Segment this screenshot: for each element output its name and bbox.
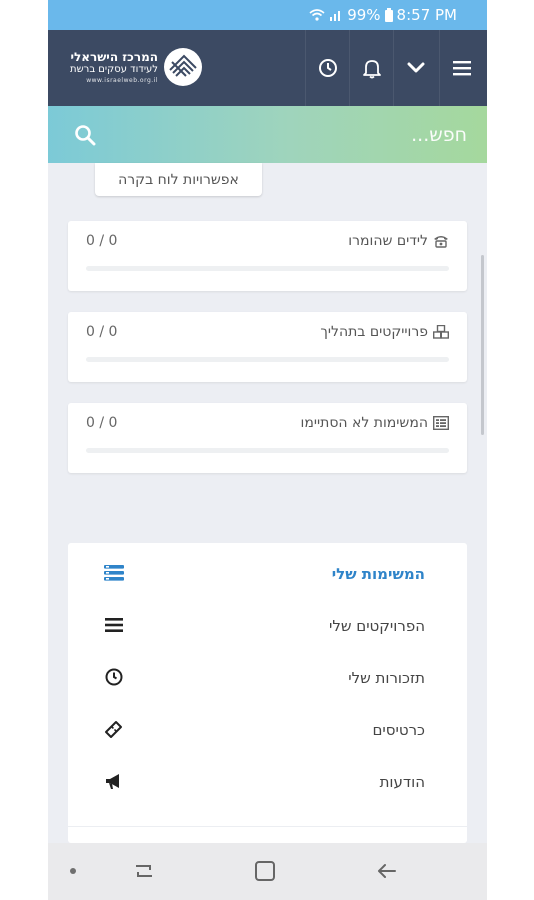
search-input[interactable] bbox=[167, 106, 467, 163]
menu-item-label: המשימות שלי bbox=[331, 565, 425, 583]
menu-item-announcements[interactable]: הודעות bbox=[68, 755, 467, 807]
board-options-button[interactable]: אפשרויות לוח בקרה bbox=[95, 163, 262, 196]
cubes-icon bbox=[433, 325, 449, 339]
notifications-button[interactable] bbox=[349, 30, 393, 106]
menu-item-my-projects[interactable]: הפרויקטים שלי bbox=[68, 599, 467, 651]
stat-card-leads[interactable]: לידים שהומרו 0 / 0 bbox=[68, 221, 467, 291]
logo-text: המרכז הישראלי לעידוד עסקים ברשת www.isra… bbox=[58, 50, 158, 85]
logo-subtitle: לעידוד עסקים ברשת bbox=[70, 64, 158, 75]
progress-bar bbox=[86, 448, 449, 453]
reminders-button[interactable] bbox=[305, 30, 349, 106]
menu-item-label: הודעות bbox=[379, 773, 425, 791]
menu-item-my-tasks[interactable]: המשימות שלי bbox=[68, 547, 467, 599]
back-arrow-icon[interactable] bbox=[373, 857, 401, 885]
app-screen: 99% 8:57 PM המרכז הישראלי לעידוד עסקים ב… bbox=[48, 0, 487, 900]
profile-dropdown-button[interactable] bbox=[393, 30, 437, 106]
stat-count: 0 / 0 bbox=[86, 324, 118, 340]
menu-item-label: כרטיסים bbox=[372, 721, 425, 739]
menu-button[interactable] bbox=[439, 30, 483, 106]
stat-card-projects[interactable]: פרוייקטים בתהליך 0 / 0 bbox=[68, 312, 467, 382]
clock-time: 8:57 PM bbox=[396, 6, 457, 24]
app-header: המרכז הישראלי לעידוד עסקים ברשת www.isra… bbox=[48, 30, 487, 106]
stat-label: פרוייקטים בתהליך bbox=[320, 324, 428, 340]
menu-item-label: תזכורות שלי bbox=[348, 669, 425, 687]
status-bar: 99% 8:57 PM bbox=[48, 0, 487, 30]
menu-item-my-reminders[interactable]: תזכורות שלי bbox=[68, 651, 467, 703]
nav-dot-icon bbox=[70, 868, 76, 874]
bell-icon bbox=[362, 60, 381, 79]
hamburger-icon bbox=[452, 61, 471, 76]
logo-icon bbox=[164, 48, 202, 86]
progress-bar bbox=[86, 266, 449, 271]
tasks-icon bbox=[104, 565, 124, 581]
signal-icon bbox=[330, 11, 341, 21]
progress-bar bbox=[86, 357, 449, 362]
clock-icon bbox=[105, 668, 123, 686]
stat-label: המשימות לא הסתיימו bbox=[300, 415, 428, 431]
list-icon bbox=[105, 618, 123, 632]
home-icon[interactable] bbox=[251, 857, 279, 885]
menu-item-tickets[interactable]: כרטיסים bbox=[68, 703, 467, 755]
recents-icon[interactable] bbox=[130, 857, 158, 885]
stat-count: 0 / 0 bbox=[86, 415, 118, 431]
menu-divider bbox=[68, 826, 467, 827]
quick-menu: המשימות שלי הפרויקטים שלי תזכורות שלי כר… bbox=[68, 543, 467, 843]
ticket-icon bbox=[105, 721, 122, 738]
battery-percent: 99% bbox=[347, 6, 381, 24]
menu-item-label: הפרויקטים שלי bbox=[328, 617, 425, 635]
battery-icon bbox=[384, 8, 393, 22]
logo-url: www.israelweb.org.il bbox=[86, 77, 158, 84]
tasks-list-icon bbox=[433, 416, 449, 430]
stat-card-title: המשימות לא הסתיימו bbox=[301, 415, 449, 431]
stat-card-tasks[interactable]: המשימות לא הסתיימו 0 / 0 bbox=[68, 403, 467, 473]
search-icon[interactable] bbox=[74, 124, 96, 146]
logo-title: המרכז הישראלי bbox=[70, 50, 158, 64]
scrollbar[interactable] bbox=[481, 255, 484, 435]
wifi-icon bbox=[309, 9, 325, 21]
chevron-down-icon bbox=[407, 62, 424, 73]
system-nav-bar bbox=[48, 843, 487, 900]
stat-card-title: לידים שהומרו bbox=[348, 233, 449, 249]
search-bar bbox=[48, 106, 487, 163]
megaphone-icon bbox=[106, 774, 119, 789]
phone-icon bbox=[434, 236, 448, 248]
stat-count: 0 / 0 bbox=[86, 233, 118, 249]
clock-icon bbox=[318, 59, 337, 77]
stat-card-title: פרוייקטים בתהליך bbox=[320, 324, 449, 340]
stat-label: לידים שהומרו bbox=[348, 233, 428, 249]
